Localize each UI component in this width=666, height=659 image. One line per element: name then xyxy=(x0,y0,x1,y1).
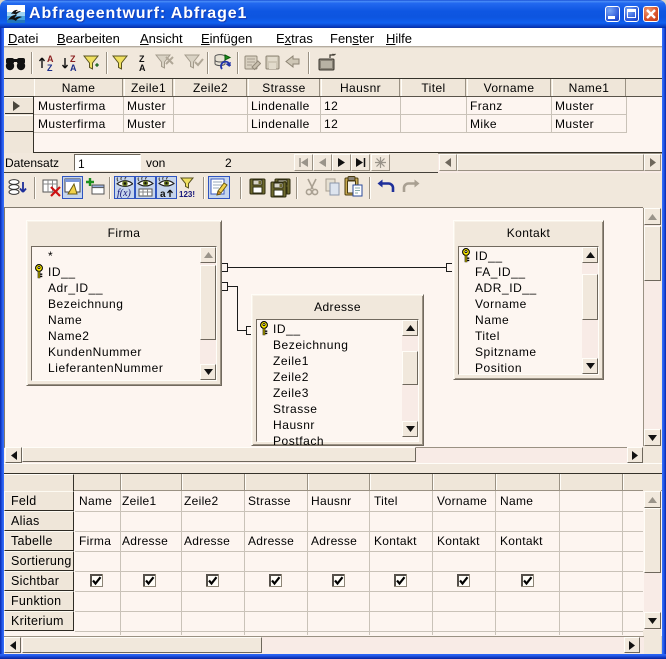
svg-text:a: a xyxy=(160,189,166,198)
svg-text:f(x): f(x) xyxy=(117,188,132,198)
svg-text:123!: 123! xyxy=(179,190,195,198)
